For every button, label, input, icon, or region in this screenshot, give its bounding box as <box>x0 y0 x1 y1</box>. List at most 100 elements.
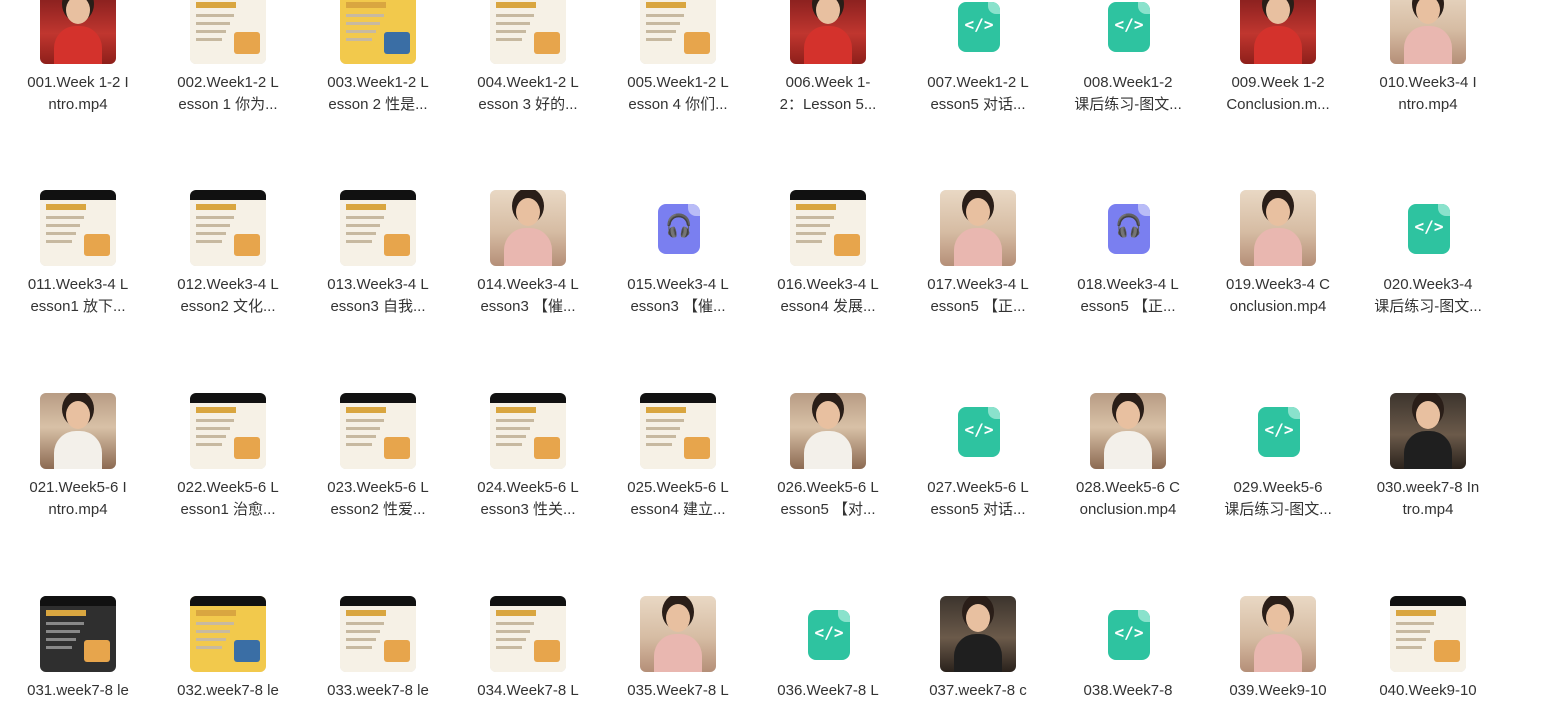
code-file-icon: </> <box>808 610 850 660</box>
video-thumbnail <box>1240 0 1316 64</box>
code-glyph-icon: </> <box>1114 623 1144 642</box>
video-thumbnail <box>490 393 566 469</box>
file-name-line1: 020.Week3-4 <box>1383 276 1473 293</box>
file-name-line1: 023.Week5-6 L <box>327 479 429 496</box>
file-name-line2: Conclusion.m... <box>1226 96 1330 113</box>
file-name-line2: esson5 对话... <box>930 96 1026 113</box>
video-thumbnail <box>1390 596 1466 672</box>
file-name-line2: esson3 自我... <box>330 298 426 315</box>
file-name-line1: 015.Week3-4 L <box>627 276 729 293</box>
file-name-line2: tro.mp4 <box>1402 501 1454 518</box>
file-name-line1: 019.Week3-4 C <box>1226 276 1330 293</box>
file-name-line2: onclusion.mp4 <box>1229 298 1327 315</box>
video-thumbnail <box>640 393 716 469</box>
file-name-line2: esson2 性爱... <box>330 501 426 518</box>
file-name-line1: 011.Week3-4 L <box>27 276 129 293</box>
audio-file-icon: 🎧 <box>1108 204 1150 254</box>
file-name-line1: 016.Week3-4 L <box>777 276 879 293</box>
file-name-line2: 课后练习-图文... <box>1074 96 1182 113</box>
code-glyph-icon: </> <box>1114 15 1144 34</box>
file-name-line1: 029.Week5-6 <box>1233 479 1323 496</box>
file-name-line2: esson1 放下... <box>30 298 126 315</box>
video-thumbnail <box>1090 393 1166 469</box>
file-name-line2: ntro.mp4 <box>48 501 108 518</box>
video-thumbnail <box>490 190 566 266</box>
file-name-line1: 009.Week 1-2 <box>1231 74 1325 91</box>
file-name-line2: esson1 治愈... <box>180 501 276 518</box>
code-glyph-icon: </> <box>964 420 994 439</box>
file-name-line2: esson 3 好的... <box>478 96 578 113</box>
code-file-icon: </> <box>1258 407 1300 457</box>
file-name-line2: esson 2 性是... <box>328 96 428 113</box>
file-name-line2: esson 4 你们... <box>628 96 728 113</box>
video-thumbnail <box>1390 393 1466 469</box>
file-name-line1: 018.Week3-4 L <box>1077 276 1179 293</box>
code-file-icon: </> <box>1108 2 1150 52</box>
file-name-line1: 004.Week1-2 L <box>477 74 579 91</box>
code-glyph-icon: </> <box>1264 420 1294 439</box>
file-name-line1: 024.Week5-6 L <box>477 479 579 496</box>
file-name-line2: esson3 【催... <box>480 298 576 315</box>
file-name-line2: esson4 发展... <box>780 298 876 315</box>
file-name-line2: esson5 【正... <box>1080 298 1176 315</box>
video-thumbnail <box>340 190 416 266</box>
file-name-line1: 005.Week1-2 L <box>627 74 729 91</box>
file-name-line1: 003.Week1-2 L <box>327 74 429 91</box>
code-glyph-icon: </> <box>814 623 844 642</box>
code-file-icon: </> <box>1108 610 1150 660</box>
video-thumbnail <box>190 393 266 469</box>
file-name-line2: esson2 文化... <box>180 298 276 315</box>
video-thumbnail <box>190 0 266 64</box>
video-thumbnail <box>340 393 416 469</box>
video-thumbnail <box>790 393 866 469</box>
video-thumbnail <box>1390 0 1466 64</box>
video-thumbnail <box>790 0 866 64</box>
video-thumbnail <box>190 190 266 266</box>
file-name-line1: 026.Week5-6 L <box>777 479 879 496</box>
code-file-icon: </> <box>958 407 1000 457</box>
file-name-line1: 025.Week5-6 L <box>627 479 729 496</box>
file-name-line2: ntro.mp4 <box>48 96 108 113</box>
file-name-line1: 032.week7-8 le <box>177 682 279 699</box>
code-file-icon: </> <box>1408 204 1450 254</box>
video-thumbnail <box>340 596 416 672</box>
file-name-line1: 039.Week9-10 <box>1229 682 1327 699</box>
file-name-line1: 038.Week7-8 <box>1083 682 1173 699</box>
video-thumbnail <box>40 190 116 266</box>
video-thumbnail <box>1240 596 1316 672</box>
file-name-line1: 012.Week3-4 L <box>177 276 279 293</box>
file-name-line1: 040.Week9-10 <box>1379 682 1477 699</box>
video-thumbnail <box>190 596 266 672</box>
file-name-line1: 010.Week3-4 I <box>1379 74 1477 91</box>
code-file-icon: </> <box>958 2 1000 52</box>
file-name-line1: 037.week7-8 c <box>929 682 1027 699</box>
file-name-line1: 002.Week1-2 L <box>177 74 279 91</box>
file-name-line2: 课后练习-图文... <box>1374 298 1482 315</box>
video-thumbnail <box>40 393 116 469</box>
file-name-line2: esson4 建立... <box>630 501 726 518</box>
file-name-line1: 017.Week3-4 L <box>927 276 1029 293</box>
file-name-line2: esson5 【对... <box>780 501 876 518</box>
file-name-line1: 021.Week5-6 I <box>29 479 127 496</box>
video-thumbnail <box>790 190 866 266</box>
video-thumbnail <box>490 596 566 672</box>
file-name-line2: esson5 【正... <box>930 298 1026 315</box>
headphones-icon: 🎧 <box>1115 214 1143 239</box>
file-name-line1: 036.Week7-8 L <box>777 682 879 699</box>
file-name-line1: 022.Week5-6 L <box>177 479 279 496</box>
code-glyph-icon: </> <box>1414 217 1444 236</box>
file-name-line1: 028.Week5-6 C <box>1076 479 1180 496</box>
file-name-line2: 课后练习-图文... <box>1224 501 1332 518</box>
file-name-line2: ntro.mp4 <box>1398 96 1458 113</box>
video-thumbnail <box>40 0 116 64</box>
video-thumbnail <box>490 0 566 64</box>
file-name-line1: 035.Week7-8 L <box>627 682 729 699</box>
file-name-line1: 033.week7-8 le <box>327 682 429 699</box>
audio-file-icon: 🎧 <box>658 204 700 254</box>
video-thumbnail <box>40 596 116 672</box>
file-name-line1: 006.Week 1- <box>785 74 871 91</box>
file-name-line2: onclusion.mp4 <box>1079 501 1177 518</box>
code-glyph-icon: </> <box>964 15 994 34</box>
file-name-line2: esson3 【催... <box>630 298 726 315</box>
file-name-line2: 2：Lesson 5... <box>779 96 877 113</box>
